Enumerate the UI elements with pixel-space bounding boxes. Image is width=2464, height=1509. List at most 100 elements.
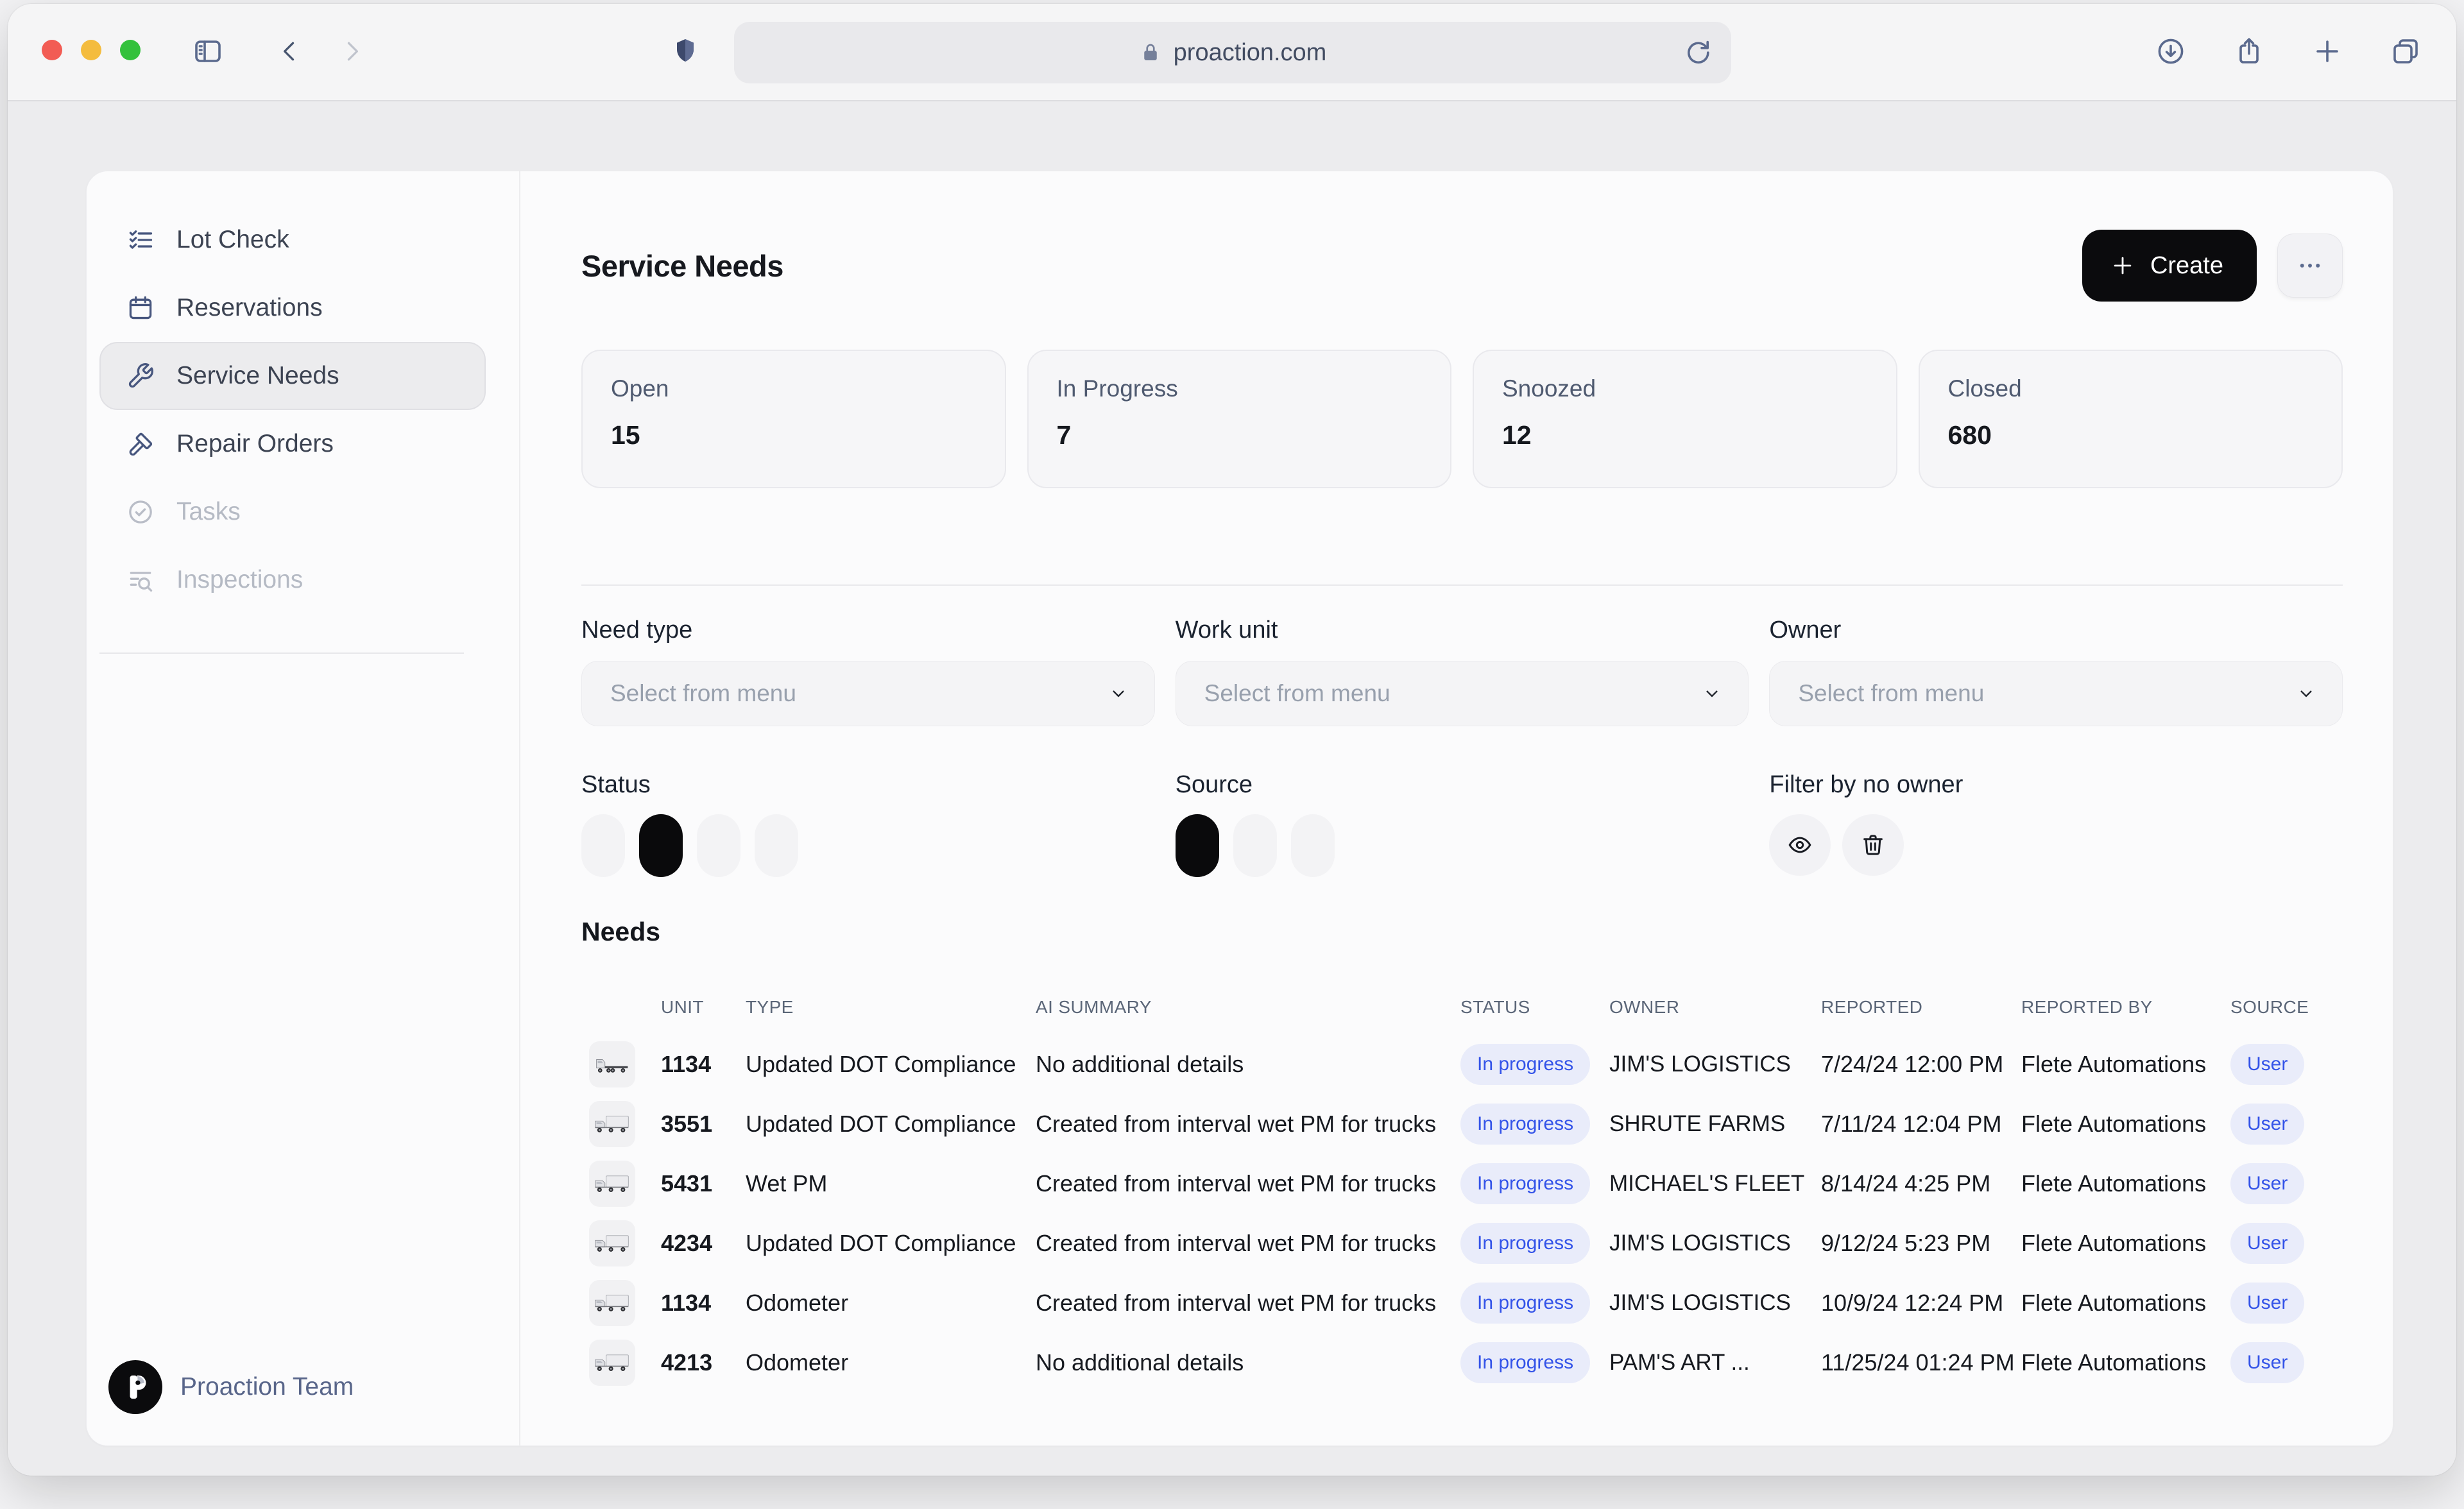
column-header-status: STATUS [1460, 997, 1609, 1018]
stat-value: 7 [1057, 420, 1423, 450]
create-button[interactable]: Create [2082, 230, 2257, 302]
clear-filter-button[interactable] [1842, 814, 1904, 876]
tabs-overview-icon[interactable] [2390, 36, 2421, 67]
close-window-button[interactable] [42, 40, 62, 60]
cell-unit: 3551 [661, 1111, 746, 1138]
cell-ai-summary: No additional details [1036, 1051, 1460, 1078]
download-icon[interactable] [2155, 36, 2186, 67]
source-badge: User [2230, 1283, 2304, 1324]
table-row-unit-5431[interactable]: 5431 Wet PM Created from interval wet PM… [589, 1154, 2343, 1213]
stat-card-in-progress[interactable]: In Progress 7 [1027, 350, 1452, 488]
sidebar-item-lot-check[interactable]: Lot Check [99, 206, 486, 274]
status-filter-label: Status [581, 771, 1155, 799]
table-header-row: UNITTYPEAI SUMMARYSTATUSOWNERREPORTEDREP… [589, 997, 2343, 1018]
sidebar-item-tasks[interactable]: Tasks [99, 478, 486, 546]
sidebar-item-inspections[interactable]: Inspections [99, 546, 486, 614]
stat-value: 15 [611, 420, 977, 450]
table-row-unit-1134[interactable]: 1134 Updated DOT Compliance No additiona… [589, 1034, 2343, 1094]
stat-card-snoozed[interactable]: Snoozed 12 [1473, 350, 1897, 488]
cell-reported-by: Flete Automations [2021, 1230, 2230, 1257]
sidebar-toggle-icon[interactable] [193, 36, 223, 67]
status-pill-closed[interactable] [755, 814, 798, 877]
stat-value: 680 [1948, 420, 2314, 450]
cell-type: Odometer [746, 1290, 1036, 1317]
stat-card-open[interactable]: Open 15 [581, 350, 1006, 488]
filter-select-label: Work unit [1176, 617, 1749, 644]
status-filter-group: Status [581, 771, 1155, 877]
cell-reported-by: Flete Automations [2021, 1051, 2230, 1078]
select-placeholder: Select from menu [1204, 680, 1390, 707]
cell-type: Updated DOT Compliance [746, 1111, 1036, 1138]
new-tab-icon[interactable] [2312, 36, 2343, 67]
toolbar-actions [2155, 36, 2421, 67]
show-no-owner-button[interactable] [1769, 814, 1831, 876]
source-filter-group: Source [1176, 771, 1749, 877]
sidebar-item-repair-orders[interactable]: Repair Orders [99, 410, 486, 478]
chevron-down-icon [1108, 683, 1129, 704]
page-title: Service Needs [581, 248, 783, 284]
sidebar-item-reservations[interactable]: Reservations [99, 274, 486, 342]
table-row-unit-4234[interactable]: 4234 Updated DOT Compliance Created from… [589, 1213, 2343, 1273]
no-owner-filter-group: Filter by no owner [1769, 771, 2343, 877]
reload-icon[interactable] [1682, 37, 1713, 68]
filter-select-work-unit[interactable]: Select from menu [1176, 661, 1749, 726]
calendar-icon [126, 294, 155, 322]
source-filter-label: Source [1176, 771, 1749, 799]
select-placeholder: Select from menu [1798, 680, 1984, 707]
cell-reported-by: Flete Automations [2021, 1111, 2230, 1138]
filter-select-need-type[interactable]: Select from menu [581, 661, 1155, 726]
page-background: Lot Check Reservations Service Needs Rep… [8, 103, 2456, 1476]
url-text: proaction.com [1174, 39, 1327, 67]
ellipsis-icon [2297, 252, 2323, 279]
browser-window: proaction.com Lot Check Reservations Ser… [8, 4, 2456, 1476]
cell-ai-summary: Created from interval wet PM for trucks [1036, 1111, 1460, 1138]
back-icon[interactable] [275, 36, 304, 67]
chevron-down-icon [1702, 683, 1722, 704]
table-row-unit-4213[interactable]: 4213 Odometer No additional details In p… [589, 1333, 2343, 1392]
lock-icon [1139, 41, 1162, 64]
filter-select-owner[interactable]: Select from menu [1769, 661, 2343, 726]
column-header-owner: OWNER [1609, 997, 1821, 1018]
box-truck-icon [593, 1113, 631, 1135]
stat-card-closed[interactable]: Closed 680 [1919, 350, 2343, 488]
cell-unit: 5431 [661, 1170, 746, 1197]
cell-owner: SHRUTE FARMS [1609, 1111, 1821, 1137]
source-badge: User [2230, 1104, 2304, 1145]
privacy-shield-icon[interactable] [670, 36, 701, 67]
stat-label: Open [611, 375, 977, 402]
cell-owner: JIM'S LOGISTICS [1609, 1290, 1821, 1316]
stat-value: 12 [1502, 420, 1868, 450]
source-badge: User [2230, 1044, 2304, 1085]
cell-owner: PAM'S ART ... [1609, 1350, 1821, 1376]
minimize-window-button[interactable] [81, 40, 101, 60]
status-pill-in-progress[interactable] [639, 814, 683, 877]
zoom-window-button[interactable] [120, 40, 141, 60]
cell-ai-summary: Created from interval wet PM for trucks [1036, 1230, 1460, 1257]
cell-unit: 1134 [661, 1290, 746, 1317]
filter-selects: Need type Select from menu Work unit Sel… [581, 617, 2343, 726]
team-switcher[interactable]: Proaction Team [108, 1360, 354, 1414]
flatbed-truck-icon [593, 1053, 631, 1075]
vehicle-thumbnail [589, 1220, 635, 1266]
source-pill-user[interactable] [1176, 814, 1219, 877]
sidebar-item-service-needs[interactable]: Service Needs [99, 342, 486, 410]
status-badge: In progress [1460, 1223, 1590, 1264]
hammer-icon [126, 430, 155, 458]
cell-reported-by: Flete Automations [2021, 1170, 2230, 1197]
status-badge: In progress [1460, 1283, 1590, 1324]
status-pill-open[interactable] [581, 814, 625, 877]
cell-owner: MICHAEL'S FLEET [1609, 1171, 1821, 1197]
status-pill-snoozed[interactable] [697, 814, 740, 877]
cell-reported: 8/14/24 4:25 PM [1821, 1170, 2021, 1197]
source-pill-interval[interactable] [1233, 814, 1277, 877]
cell-type: Updated DOT Compliance [746, 1230, 1036, 1257]
cell-reported: 7/24/24 12:00 PM [1821, 1051, 2021, 1078]
address-bar[interactable]: proaction.com [734, 22, 1731, 83]
share-icon[interactable] [2234, 36, 2264, 67]
cell-type: Wet PM [746, 1170, 1036, 1197]
table-row-unit-1134[interactable]: 1134 Odometer Created from interval wet … [589, 1273, 2343, 1333]
more-options-button[interactable] [2277, 234, 2343, 298]
source-pill-telematics[interactable] [1291, 814, 1335, 877]
cell-reported: 9/12/24 5:23 PM [1821, 1230, 2021, 1257]
table-row-unit-3551[interactable]: 3551 Updated DOT Compliance Created from… [589, 1094, 2343, 1154]
